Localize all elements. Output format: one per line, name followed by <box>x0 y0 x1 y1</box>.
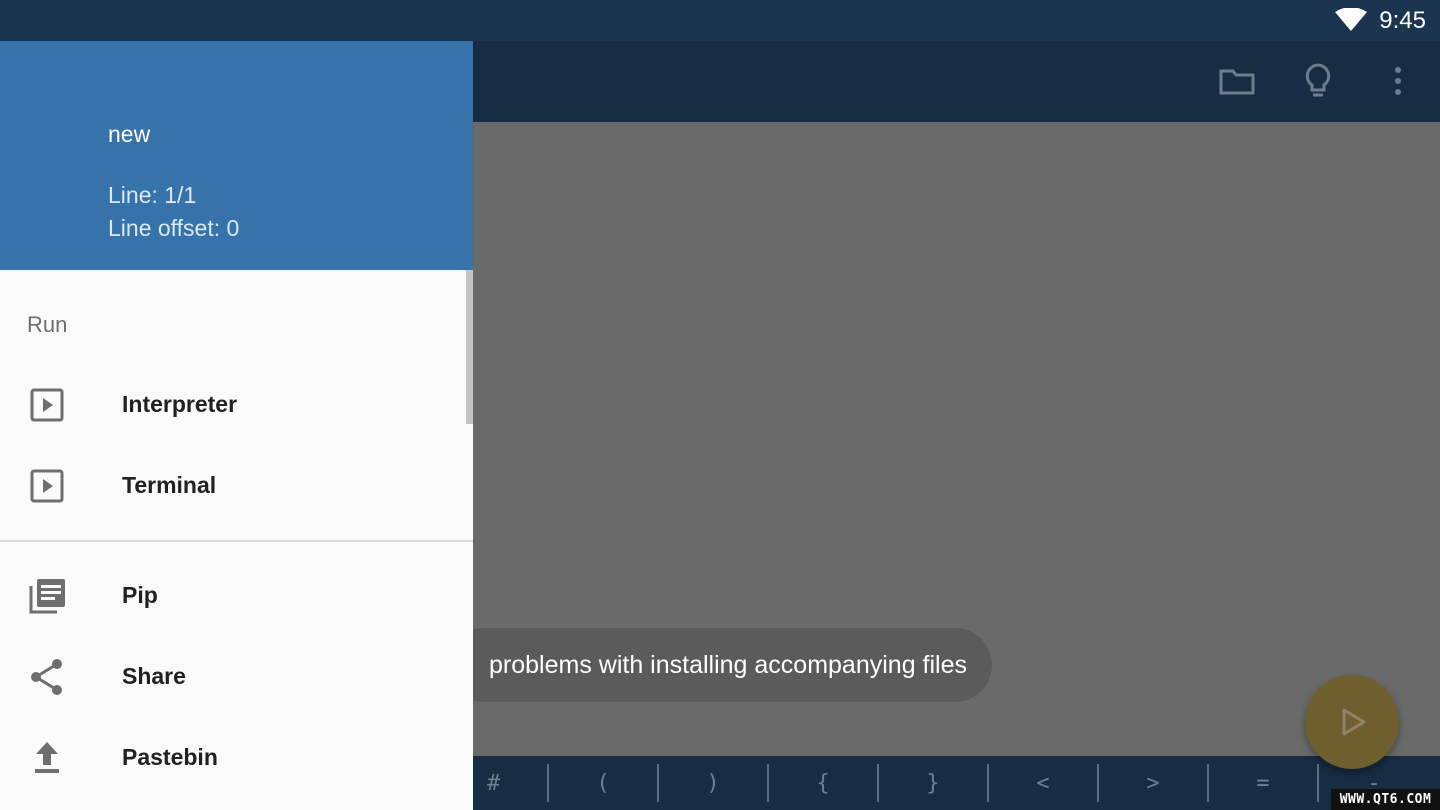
section-label-run: Run <box>27 312 68 337</box>
status-time: 9:45 <box>1379 7 1426 34</box>
menu-item-share[interactable]: Share <box>0 637 473 718</box>
watermark: WWW.QT6.COM <box>1331 789 1440 810</box>
symbol-key[interactable]: < <box>989 764 1099 802</box>
symbol-key[interactable]: # <box>473 764 549 802</box>
menu-item-label: Terminal <box>122 472 217 498</box>
drawer-header: new Line: 1/1 Line offset: 0 <box>0 41 473 270</box>
share-icon <box>27 657 67 697</box>
menu-item-terminal[interactable]: Terminal <box>0 446 473 527</box>
symbol-key[interactable]: = <box>1209 764 1319 802</box>
menu-item-interpreter[interactable]: Interpreter <box>0 365 473 446</box>
play-box-icon <box>27 466 67 506</box>
status-bar: 9:45 <box>0 0 1440 41</box>
lightbulb-icon[interactable] <box>1298 61 1338 101</box>
symbol-key[interactable]: ( <box>549 764 659 802</box>
symbol-key[interactable]: > <box>1099 764 1209 802</box>
run-fab[interactable] <box>1305 675 1399 769</box>
symbol-key[interactable]: ) <box>659 764 769 802</box>
play-icon <box>1342 708 1366 736</box>
upload-icon <box>27 738 67 778</box>
toast-text: problems with installing accompanying fi… <box>489 650 968 679</box>
menu-item-pastebin[interactable]: Pastebin <box>0 718 473 799</box>
line-info: Line: 1/1 <box>108 182 197 208</box>
menu-divider <box>0 540 473 542</box>
toast-message: problems with installing accompanying fi… <box>447 628 992 702</box>
menu-item-label: Pip <box>122 582 158 608</box>
line-offset-info: Line offset: 0 <box>108 215 240 241</box>
menu-item-label: Share <box>122 663 186 689</box>
file-name: new <box>108 121 151 147</box>
menu-item-label: Interpreter <box>122 391 238 417</box>
library-books-icon <box>27 576 67 616</box>
symbol-key[interactable]: } <box>879 764 989 802</box>
symbol-bar: # ( ) { } < > = - <box>473 756 1440 810</box>
menu-item-pip[interactable]: Pip <box>0 556 473 637</box>
menu-item-label: Pastebin <box>122 744 218 770</box>
symbol-key[interactable]: { <box>769 764 879 802</box>
more-vert-icon[interactable] <box>1378 61 1418 101</box>
play-box-icon <box>27 385 67 425</box>
folder-icon[interactable] <box>1217 61 1257 101</box>
navigation-drawer: new Line: 1/1 Line offset: 0 Run Interpr… <box>0 41 473 810</box>
wifi-icon <box>1335 7 1367 32</box>
